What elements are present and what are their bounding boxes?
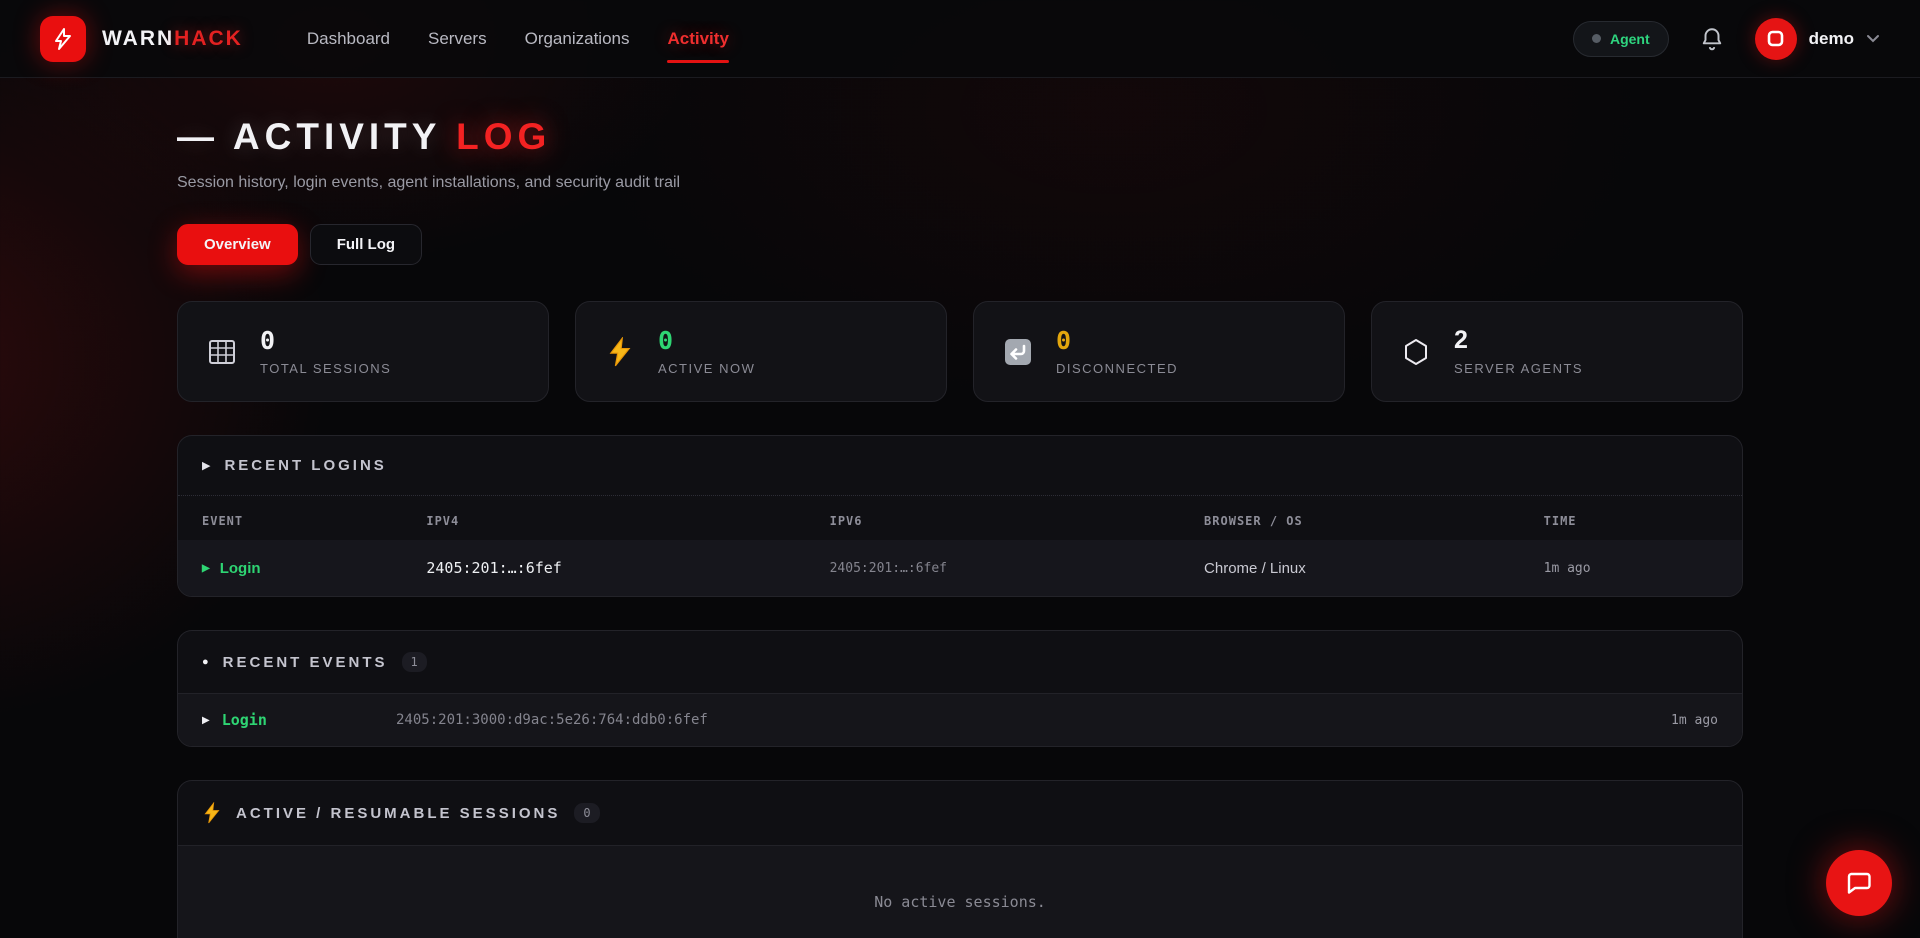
active-sessions-header[interactable]: ACTIVE / RESUMABLE SESSIONS 0 — [178, 781, 1742, 845]
stop-square-icon — [1767, 30, 1784, 47]
tab-overview[interactable]: Overview — [177, 224, 298, 265]
events-count-badge: 1 — [402, 652, 427, 672]
active-sessions-title: ACTIVE / RESUMABLE SESSIONS — [236, 805, 560, 822]
chat-icon — [1844, 868, 1874, 898]
nav-item-activity[interactable]: Activity — [667, 0, 728, 77]
main-content: — ACTIVITY LOG Session history, login ev… — [177, 78, 1743, 938]
recent-logins-section: ▶ RECENT LOGINS EVENT IPV4 IPV6 BROWSER … — [177, 435, 1743, 597]
bell-icon[interactable] — [1699, 26, 1725, 52]
stat-value: 0 — [1056, 327, 1178, 355]
return-icon — [1000, 337, 1036, 367]
recent-events-title: RECENT EVENTS — [223, 654, 388, 671]
topbar-right: Agent demo — [1573, 18, 1880, 60]
lightning-logo-icon — [51, 27, 75, 51]
event-ip-value: 2405:201:3000:d9ac:5e26:764:ddb0:6fef — [396, 712, 1671, 728]
brand-name[interactable]: WARNHACK — [102, 27, 243, 51]
sessions-count-badge: 0 — [574, 803, 599, 823]
event-cell: ▶ Login — [202, 560, 426, 577]
col-time: TIME — [1544, 514, 1718, 528]
stat-label: TOTAL SESSIONS — [260, 361, 391, 376]
stat-card-disconnected: 0 DISCONNECTED — [973, 301, 1345, 402]
page-title-prefix: — ACTIVITY — [177, 116, 441, 157]
brand-primary: WARN — [102, 27, 174, 50]
stat-label: ACTIVE NOW — [658, 361, 755, 376]
username-label: demo — [1809, 29, 1854, 49]
col-ipv6: IPV6 — [830, 514, 1204, 528]
hexagon-icon — [1398, 338, 1434, 366]
main-nav: Dashboard Servers Organizations Activity — [307, 0, 729, 77]
stat-label: DISCONNECTED — [1056, 361, 1178, 376]
grid-icon — [204, 337, 240, 367]
recent-events-section: ● RECENT EVENTS 1 ▶ Login 2405:201:3000:… — [177, 630, 1743, 747]
stat-card-total-sessions: 0 TOTAL SESSIONS — [177, 301, 549, 402]
page-title-accent: LOG — [456, 116, 551, 157]
recent-logins-title: RECENT LOGINS — [224, 457, 386, 474]
event-label: Login — [222, 711, 267, 729]
col-browser-os: BROWSER / OS — [1204, 514, 1544, 528]
stat-card-server-agents: 2 SERVER AGENTS — [1371, 301, 1743, 402]
logins-table-header: EVENT IPV4 IPV6 BROWSER / OS TIME — [178, 496, 1742, 540]
recent-logins-header[interactable]: ▶ RECENT LOGINS — [178, 436, 1742, 495]
chevron-down-icon — [1866, 34, 1880, 44]
stat-value: 2 — [1454, 327, 1583, 355]
tab-full-log[interactable]: Full Log — [310, 224, 422, 265]
stat-value: 0 — [260, 327, 391, 355]
user-menu[interactable]: demo — [1755, 18, 1880, 60]
event-time-value: 1m ago — [1671, 713, 1718, 728]
time-value: 1m ago — [1544, 561, 1718, 576]
login-table-row[interactable]: ▶ Login 2405:201:…:6fef 2405:201:…:6fef … — [178, 540, 1742, 596]
sessions-empty-state: No active sessions. — [178, 846, 1742, 938]
play-icon: ▶ — [202, 715, 210, 726]
ipv6-value: 2405:201:…:6fef — [830, 561, 1204, 576]
app-logo[interactable] — [40, 16, 86, 62]
view-tabs: Overview Full Log — [177, 224, 1743, 265]
event-row[interactable]: ▶ Login 2405:201:3000:d9ac:5e26:764:ddb0… — [178, 694, 1742, 746]
active-sessions-section: ACTIVE / RESUMABLE SESSIONS 0 No active … — [177, 780, 1743, 938]
stat-label: SERVER AGENTS — [1454, 361, 1583, 376]
agent-status-badge[interactable]: Agent — [1573, 21, 1669, 57]
event-label: Login — [220, 560, 261, 577]
status-dot-icon — [1592, 34, 1601, 43]
page-subtitle: Session history, login events, agent ins… — [177, 174, 1743, 192]
stat-card-active-now: 0 ACTIVE NOW — [575, 301, 947, 402]
stat-value: 0 — [658, 327, 755, 355]
nav-item-dashboard[interactable]: Dashboard — [307, 0, 390, 77]
ipv4-value: 2405:201:…:6fef — [426, 559, 829, 577]
bolt-icon — [202, 802, 222, 824]
bullet-icon: ● — [202, 656, 209, 668]
play-icon: ▶ — [202, 459, 210, 472]
brand-accent: HACK — [174, 27, 243, 50]
page-title: — ACTIVITY LOG — [177, 116, 1743, 158]
bolt-icon — [602, 337, 638, 367]
empty-message: No active sessions. — [874, 893, 1046, 911]
avatar — [1755, 18, 1797, 60]
nav-item-servers[interactable]: Servers — [428, 0, 487, 77]
col-ipv4: IPV4 — [426, 514, 829, 528]
event-cell: ▶ Login — [202, 711, 396, 729]
stat-cards-row: 0 TOTAL SESSIONS 0 ACTIVE NOW — [177, 301, 1743, 402]
recent-events-header[interactable]: ● RECENT EVENTS 1 — [178, 631, 1742, 693]
chat-button[interactable] — [1826, 850, 1892, 916]
col-event: EVENT — [202, 514, 426, 528]
top-navbar: WARNHACK Dashboard Servers Organizations… — [0, 0, 1920, 78]
browser-os-value: Chrome / Linux — [1204, 560, 1544, 577]
nav-item-organizations[interactable]: Organizations — [525, 0, 630, 77]
play-icon: ▶ — [202, 563, 210, 574]
agent-badge-label: Agent — [1610, 31, 1650, 47]
